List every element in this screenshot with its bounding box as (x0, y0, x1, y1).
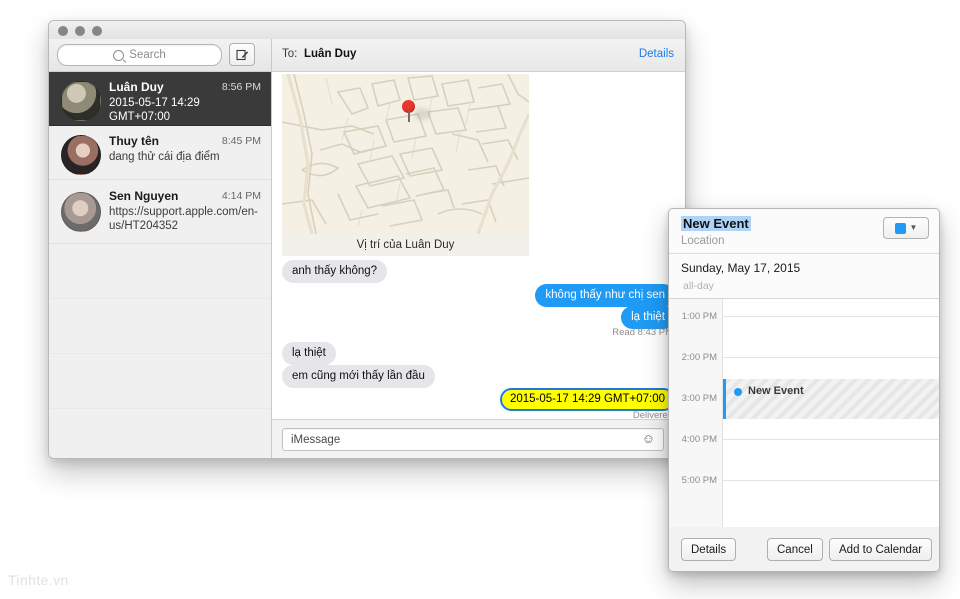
hour-label: 5:00 PM (681, 475, 717, 486)
message-bubble-outgoing[interactable]: lạ thiệt (621, 306, 675, 329)
imessage-placeholder: iMessage (291, 433, 341, 446)
conversation-row-1[interactable]: Thuy tên 8:45 PM dang thử cái địa điểm (49, 126, 271, 180)
minimize-button[interactable] (75, 26, 85, 36)
empty-row (49, 299, 271, 354)
smiley-icon[interactable]: ☺ (642, 432, 655, 446)
watermark: Tinhte.vn (8, 572, 69, 588)
event-date-row: Sunday, May 17, 2015 all-day (669, 254, 939, 299)
hour-label: 1:00 PM (681, 311, 717, 322)
message-list[interactable]: Vị trí của Luân Duy anh thấy không? khôn… (272, 72, 685, 420)
empty-row (49, 409, 271, 458)
hour-label: 3:00 PM (681, 393, 717, 404)
hour-line (723, 439, 939, 440)
imessage-input[interactable]: iMessage ☺ (282, 428, 664, 451)
conversation-time: 4:14 PM (221, 190, 261, 202)
avatar (61, 192, 101, 232)
map-pin-icon (402, 100, 430, 122)
message-bubble-incoming[interactable]: anh thấy không? (282, 260, 388, 283)
message-bubble-incoming[interactable]: lạ thiệt (282, 342, 336, 365)
message-bubble-incoming[interactable]: em cũng mới thấy lần đầu (282, 365, 435, 388)
recipient-name: Luân Duy (304, 48, 357, 60)
message-input-bar: iMessage ☺ 🎤 (272, 419, 685, 458)
map-caption-text: Vị trí của Luân Duy (356, 239, 455, 251)
event-block-label: New Event (748, 385, 804, 397)
cancel-button[interactable]: Cancel (767, 538, 823, 561)
map-canvas (282, 74, 529, 235)
message-bubble-highlighted[interactable]: 2015-05-17 14:29 GMT+07:00 (499, 388, 675, 411)
event-title-field[interactable]: New Event (681, 216, 751, 231)
conversation-row-0[interactable]: Luân Duy 8:56 PM 2015-05-17 14:29 GMT+07… (49, 72, 271, 126)
hour-line (723, 480, 939, 481)
close-button[interactable] (58, 26, 68, 36)
new-event-popover: New Event Location ▼ Sunday, May 17, 201… (668, 208, 940, 572)
hour-gutter (669, 299, 723, 536)
calendar-color-swatch (894, 222, 906, 234)
map-roads (282, 74, 529, 235)
compose-icon (235, 49, 248, 61)
to-label: To: (282, 48, 298, 60)
calendar-color-select[interactable]: ▼ (883, 217, 929, 239)
event-dot-icon (734, 388, 742, 396)
hour-line (723, 357, 939, 358)
conversation-time: 8:45 PM (221, 135, 261, 147)
compose-button[interactable] (229, 43, 255, 66)
details-link[interactable]: Details (639, 48, 674, 60)
add-to-calendar-button[interactable]: Add to Calendar (829, 538, 933, 561)
window-titlebar (49, 21, 685, 40)
empty-row (49, 354, 271, 409)
conversation-snippet: dang thử cái địa điểm (109, 151, 220, 163)
messages-window: Search Luân Duy 8:56 PM 2015-05-17 14:29… (48, 20, 686, 459)
search-input[interactable]: Search (57, 44, 222, 66)
conversation-row-2[interactable]: Sen Nguyen 4:14 PM https://support.apple… (49, 180, 271, 244)
sidebar-toolbar: Search (49, 39, 271, 72)
chevron-down-icon: ▼ (909, 223, 918, 232)
map-attachment[interactable]: Vị trí của Luân Duy (282, 74, 529, 256)
event-block[interactable]: New Event (723, 379, 939, 419)
empty-row (49, 244, 271, 299)
event-location-field[interactable]: Location (681, 235, 724, 247)
conversation-name: Thuy tên (109, 134, 159, 148)
hour-line (723, 316, 939, 317)
hour-label: 4:00 PM (681, 434, 717, 445)
map-caption: Vị trí của Luân Duy (282, 234, 529, 256)
event-header: New Event Location ▼ (669, 209, 939, 254)
search-icon (113, 49, 125, 61)
event-date[interactable]: Sunday, May 17, 2015 (681, 261, 800, 275)
details-button[interactable]: Details (681, 538, 737, 561)
avatar (61, 81, 101, 121)
conversation-snippet: 2015-05-17 14:29 GMT+07:00 (109, 97, 200, 123)
avatar (61, 135, 101, 175)
zoom-button[interactable] (92, 26, 102, 36)
conversation-name: Sen Nguyen (109, 189, 179, 203)
conversation-snippet: https://support.apple.com/en-us/HT204352 (109, 206, 258, 232)
event-all-day-label[interactable]: all-day (683, 280, 714, 292)
message-bubble-outgoing[interactable]: không thấy như chị sen (535, 284, 675, 307)
conversation-sidebar: Search Luân Duy 8:56 PM 2015-05-17 14:29… (49, 39, 272, 458)
conversation-time: 8:56 PM (221, 81, 261, 93)
event-day-grid[interactable]: 1:00 PM 2:00 PM 3:00 PM 4:00 PM 5:00 PM … (669, 299, 939, 537)
status-read: Read 8:43 PM (612, 327, 673, 338)
hour-label: 2:00 PM (681, 352, 717, 363)
popover-footer: Details Cancel Add to Calendar (669, 527, 939, 571)
message-pane: To: Luân Duy Details Vị trí của Luân Duy… (272, 39, 685, 458)
thread-header: To: Luân Duy Details (272, 39, 685, 72)
search-placeholder: Search (129, 49, 166, 61)
conversation-name: Luân Duy (109, 80, 164, 94)
